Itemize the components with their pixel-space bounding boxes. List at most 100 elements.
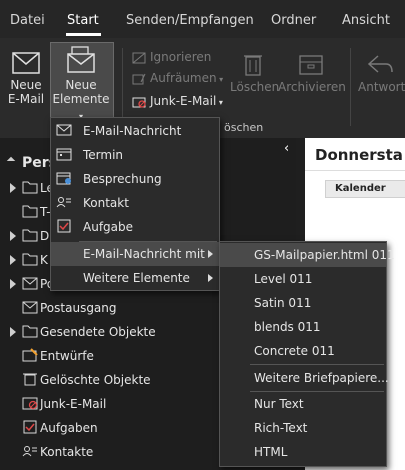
folder-icon bbox=[22, 253, 38, 266]
new-email-button[interactable]: Neue E-Mail bbox=[4, 52, 48, 106]
menu-item-label: HTML bbox=[254, 445, 288, 459]
expand-arrow-icon[interactable] bbox=[10, 279, 16, 289]
menu-item-contact[interactable]: Kontakt bbox=[51, 191, 219, 215]
reply-button[interactable]: Antworte bbox=[358, 52, 405, 94]
contact-icon bbox=[56, 197, 71, 208]
menu-item-task[interactable]: Aufgabe bbox=[51, 215, 219, 239]
folder-label: Aufgaben bbox=[40, 421, 98, 435]
tab-ansicht[interactable]: Ansicht bbox=[342, 13, 390, 28]
ribbon-divider bbox=[122, 48, 123, 126]
tab-start[interactable]: Start bbox=[67, 13, 99, 28]
delete-button[interactable]: Löschen bbox=[230, 52, 280, 94]
menu-item-stationery[interactable]: Level 011 bbox=[220, 267, 386, 291]
menu-item-html[interactable]: HTML bbox=[220, 440, 386, 464]
menu-item-email-with[interactable]: E-Mail-Nachricht mit bbox=[51, 242, 219, 266]
menu-item-more-stationery[interactable]: Weitere Briefpapiere... bbox=[220, 366, 389, 390]
folder-icon bbox=[22, 205, 38, 218]
folder-label: T- bbox=[40, 205, 51, 219]
new-email-label-line1: Neue bbox=[10, 78, 42, 92]
tab-ordner[interactable]: Ordner bbox=[271, 13, 316, 28]
menu-item-label: Rich-Text bbox=[254, 421, 308, 435]
new-items-icon bbox=[67, 46, 95, 73]
menu-item-label: Nur Text bbox=[254, 397, 304, 411]
menu-separator bbox=[250, 364, 384, 365]
delete-label: Löschen bbox=[230, 80, 280, 94]
draft-mail-icon bbox=[22, 277, 38, 290]
menu-item-plain-text[interactable]: Nur Text bbox=[220, 392, 386, 416]
folder-label: Entwürfe bbox=[40, 349, 94, 363]
menu-item-label: Concrete 011 bbox=[254, 344, 335, 358]
expand-arrow-icon[interactable] bbox=[10, 231, 16, 241]
delete-group-label: öschen bbox=[224, 121, 264, 134]
trash-icon bbox=[23, 373, 37, 386]
menu-item-label: blends 011 bbox=[254, 320, 321, 334]
cleanup-label: Aufräumen bbox=[150, 71, 217, 85]
menu-item-label: Satin 011 bbox=[254, 296, 312, 310]
menu-item-stationery[interactable]: Satin 011 bbox=[220, 291, 386, 315]
folder-label: Junk-E-Mail bbox=[40, 397, 107, 411]
collapse-pane-icon[interactable]: ‹ bbox=[284, 141, 289, 156]
reply-icon bbox=[367, 55, 393, 73]
menu-item-rich-text[interactable]: Rich-Text bbox=[220, 416, 386, 440]
menu-item-label: Weitere Elemente bbox=[83, 271, 190, 285]
cleanup-button[interactable]: Aufräumen ▾ bbox=[132, 71, 223, 85]
menu-item-label: Termin bbox=[83, 148, 124, 162]
drafts-icon bbox=[22, 348, 38, 362]
stationery-submenu: GS-Mailpapier.html 011 Level 011 Satin 0… bbox=[219, 241, 395, 467]
menu-item-more-items[interactable]: Weitere Elemente bbox=[51, 266, 219, 290]
menu-item-label: GS-Mailpapier.html 011 bbox=[254, 248, 395, 262]
ribbon-divider bbox=[350, 48, 351, 126]
calendar-icon bbox=[56, 148, 72, 161]
folder-label: D bbox=[40, 229, 50, 243]
reply-label: Antworte bbox=[358, 80, 405, 94]
junk-email-label: Junk-E-Mail bbox=[150, 94, 217, 108]
menu-item-stationery[interactable]: blends 011 bbox=[220, 315, 386, 339]
mail-icon bbox=[56, 124, 72, 136]
folder-label: K bbox=[40, 253, 48, 267]
menu-item-label: E-Mail-Nachricht mit bbox=[83, 247, 205, 261]
archive-icon bbox=[299, 55, 323, 75]
menu-item-stationery[interactable]: GS-Mailpapier.html 011 bbox=[220, 243, 395, 267]
new-items-button[interactable]: Neue Elemente ▾ bbox=[50, 46, 112, 124]
new-email-label-line2: E-Mail bbox=[7, 92, 45, 106]
trash-icon bbox=[244, 55, 262, 76]
ignore-icon bbox=[132, 52, 146, 63]
outbox-icon bbox=[22, 301, 38, 314]
archive-button[interactable]: Archivieren bbox=[278, 52, 346, 94]
tab-senden-empfangen[interactable]: Senden/Empfangen bbox=[126, 13, 254, 28]
folder-label: Kontakte bbox=[40, 445, 94, 459]
junk-icon bbox=[132, 97, 146, 108]
meeting-icon bbox=[56, 172, 71, 185]
ribbon-tabs: Datei Start Senden/Empfangen Ordner Ansi… bbox=[0, 0, 405, 38]
envelope-icon bbox=[12, 52, 40, 74]
expand-arrow-icon[interactable] bbox=[10, 255, 16, 265]
tab-datei[interactable]: Datei bbox=[10, 13, 45, 28]
chevron-down-icon: ▾ bbox=[216, 98, 223, 107]
submenu-arrow-icon bbox=[208, 274, 213, 282]
junk-email-button[interactable]: Junk-E-Mail ▾ bbox=[132, 94, 223, 108]
junk-icon bbox=[22, 397, 38, 410]
ignore-button[interactable]: Ignorieren bbox=[132, 50, 211, 64]
ignore-label: Ignorieren bbox=[150, 50, 212, 64]
menu-item-stationery[interactable]: Concrete 011 bbox=[220, 339, 386, 363]
folder-icon bbox=[22, 181, 38, 194]
folder-label: Gelöschte Objekte bbox=[40, 373, 151, 387]
menu-item-label: Kontakt bbox=[83, 196, 129, 210]
folder-label: Gesendete Objekte bbox=[40, 325, 156, 339]
folder-icon bbox=[22, 325, 38, 338]
menu-item-label: Weitere Briefpapiere... bbox=[254, 371, 389, 385]
task-icon bbox=[57, 219, 71, 233]
day-header: Donnersta bbox=[315, 146, 403, 164]
contacts-icon bbox=[22, 446, 37, 457]
menu-item-meeting[interactable]: Besprechung bbox=[51, 167, 219, 191]
expand-arrow-icon[interactable] bbox=[10, 327, 16, 337]
expand-arrow-icon[interactable] bbox=[10, 183, 16, 193]
menu-item-appointment[interactable]: Termin bbox=[51, 143, 219, 167]
folder-label: Postausgang bbox=[40, 301, 117, 315]
menu-item-email[interactable]: E-Mail-Nachricht bbox=[51, 119, 219, 143]
submenu-arrow-icon bbox=[208, 250, 213, 258]
menu-item-label: Level 011 bbox=[254, 272, 313, 286]
new-items-label-line2: Elemente bbox=[52, 92, 110, 106]
chevron-down-icon: ▾ bbox=[216, 75, 224, 84]
calendar-label: Kalender bbox=[335, 183, 386, 194]
